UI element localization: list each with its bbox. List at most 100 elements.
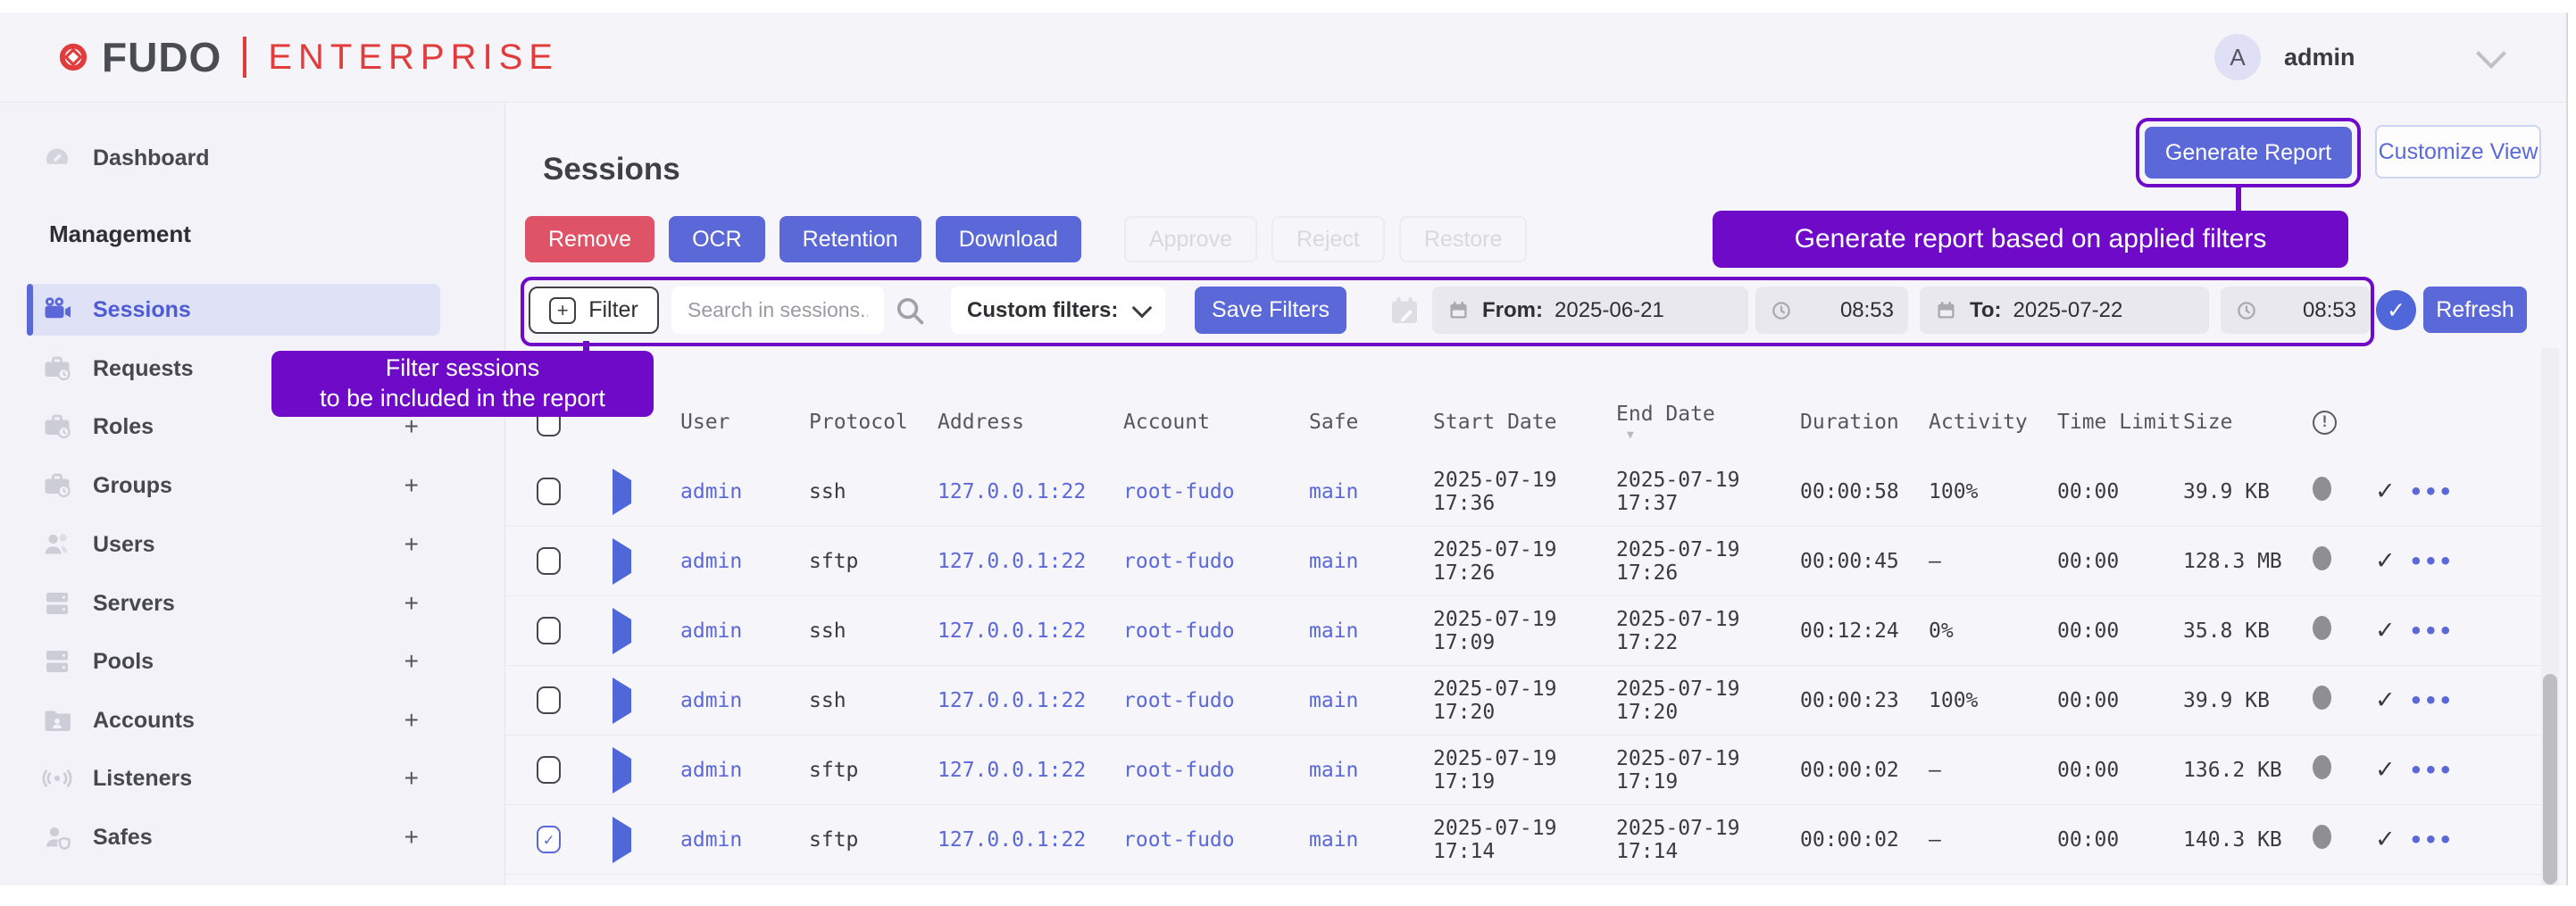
search-input[interactable] [671,287,884,334]
col-time-limit[interactable]: Time Limit [2057,411,2183,434]
col-safe[interactable]: Safe [1309,411,1433,434]
duration-cell: 00:00:02 [1800,759,1929,782]
safe-link[interactable]: main [1309,480,1433,503]
search-icon[interactable] [893,294,927,328]
custom-filters-select[interactable]: Custom filters: [951,287,1165,334]
more-options-button[interactable]: ••• [2410,619,2454,644]
row-checkbox[interactable] [537,547,561,575]
end-date-cell: 2025-07-19 17:14 [1616,817,1800,863]
user-link[interactable]: admin [680,550,809,573]
sidebar-item-accounts[interactable]: Accounts + [27,694,440,746]
address-link[interactable]: 127.0.0.1:22 [938,619,1123,643]
activity-cell: – [1929,550,2057,573]
more-options-button[interactable]: ••• [2410,549,2454,574]
play-session-icon[interactable] [613,538,631,585]
refresh-button[interactable]: Refresh [2423,287,2527,333]
col-end-date[interactable]: End Date ▼ [1616,403,1800,442]
col-duration[interactable]: Duration [1800,411,1929,434]
sidebar-item-servers[interactable]: Servers + [27,578,440,629]
sidebar-item-dashboard[interactable]: Dashboard [27,132,440,184]
col-protocol[interactable]: Protocol [809,411,938,434]
user-link[interactable]: admin [680,480,809,503]
user-menu[interactable]: A admin [2214,34,2509,80]
address-link[interactable]: 127.0.0.1:22 [938,759,1123,782]
more-options-button[interactable]: ••• [2410,758,2454,783]
sidebar-item-sessions[interactable]: Sessions [27,284,440,336]
col-activity[interactable]: Activity [1929,411,2057,434]
customize-view-button[interactable]: Customize View [2375,125,2541,179]
play-session-icon[interactable] [613,747,631,794]
safe-link[interactable]: main [1309,828,1433,852]
row-checkbox[interactable]: ✓ [537,826,561,853]
expand-plus[interactable]: + [404,530,419,559]
more-options-button[interactable]: ••• [2410,827,2454,852]
download-button[interactable]: Download [936,216,1081,262]
play-session-icon[interactable] [613,608,631,654]
sidebar-item-safes[interactable]: Safes + [27,811,440,863]
expand-plus[interactable]: + [404,706,419,735]
sidebar-item-listeners[interactable]: Listeners + [27,752,440,804]
retention-button[interactable]: Retention [779,216,921,262]
user-link[interactable]: admin [680,689,809,712]
save-filters-button[interactable]: Save Filters [1195,287,1346,334]
col-address[interactable]: Address [938,411,1123,434]
expand-plus[interactable]: + [404,647,419,676]
play-session-icon[interactable] [613,677,631,724]
restore-button[interactable]: Restore [1399,216,1528,262]
user-link[interactable]: admin [680,619,809,643]
info-circle-icon: ! [2313,411,2337,435]
safe-link[interactable]: main [1309,550,1433,573]
col-account[interactable]: Account [1123,411,1309,434]
expand-plus[interactable]: + [404,471,419,500]
account-link[interactable]: root-fudo [1123,689,1309,712]
approve-button[interactable]: Approve [1124,216,1257,262]
address-link[interactable]: 127.0.0.1:22 [938,689,1123,712]
more-options-button[interactable]: ••• [2410,479,2454,504]
reject-button[interactable]: Reject [1271,216,1385,262]
col-user[interactable]: User [680,411,809,434]
address-link[interactable]: 127.0.0.1:22 [938,550,1123,573]
col-start-date[interactable]: Start Date [1433,411,1616,434]
apply-filters-check-button[interactable]: ✓ [2376,290,2416,330]
sidebar-item-pools[interactable]: Pools + [27,636,440,687]
filter-button[interactable]: + Filter [529,287,659,334]
ocr-button[interactable]: OCR [669,216,765,262]
user-link[interactable]: admin [680,759,809,782]
expand-plus[interactable]: + [404,823,419,852]
date-from-field[interactable]: From: 2025-06-21 [1432,287,1748,334]
account-link[interactable]: root-fudo [1123,619,1309,643]
from-time-value: 08:53 [1840,298,1894,323]
generate-report-button[interactable]: Generate Report [2145,127,2352,179]
account-link[interactable]: root-fudo [1123,828,1309,852]
row-checkbox[interactable] [537,617,561,644]
remove-button[interactable]: Remove [525,216,654,262]
time-limit-cell: 00:00 [2057,759,2183,782]
safe-link[interactable]: main [1309,759,1433,782]
sidebar-item-groups[interactable]: Groups + [27,460,440,511]
expand-plus[interactable]: + [404,764,419,793]
end-date-cell: 2025-07-19 17:19 [1616,747,1800,794]
address-link[interactable]: 127.0.0.1:22 [938,828,1123,852]
safe-link[interactable]: main [1309,619,1433,643]
user-link[interactable]: admin [680,828,809,852]
row-checkbox[interactable] [537,478,561,505]
scrollbar-thumb[interactable] [2543,674,2557,885]
play-session-icon[interactable] [613,817,631,863]
date-to-field[interactable]: To: 2025-07-22 [1920,287,2209,334]
safe-link[interactable]: main [1309,689,1433,712]
sidebar-item-users[interactable]: Users + [27,519,440,570]
activity-cell: – [1929,759,2057,782]
time-from-field[interactable]: 08:53 [1755,287,1908,334]
address-link[interactable]: 127.0.0.1:22 [938,480,1123,503]
col-size[interactable]: Size [2183,411,2313,434]
row-checkbox[interactable] [537,756,561,784]
sidebar-item-label: Dashboard [93,145,210,171]
account-link[interactable]: root-fudo [1123,480,1309,503]
more-options-button[interactable]: ••• [2410,688,2454,713]
account-link[interactable]: root-fudo [1123,550,1309,573]
expand-plus[interactable]: + [404,589,419,618]
account-link[interactable]: root-fudo [1123,759,1309,782]
row-checkbox[interactable] [537,686,561,714]
time-to-field[interactable]: 08:53 [2221,287,2371,334]
play-session-icon[interactable] [613,469,631,515]
